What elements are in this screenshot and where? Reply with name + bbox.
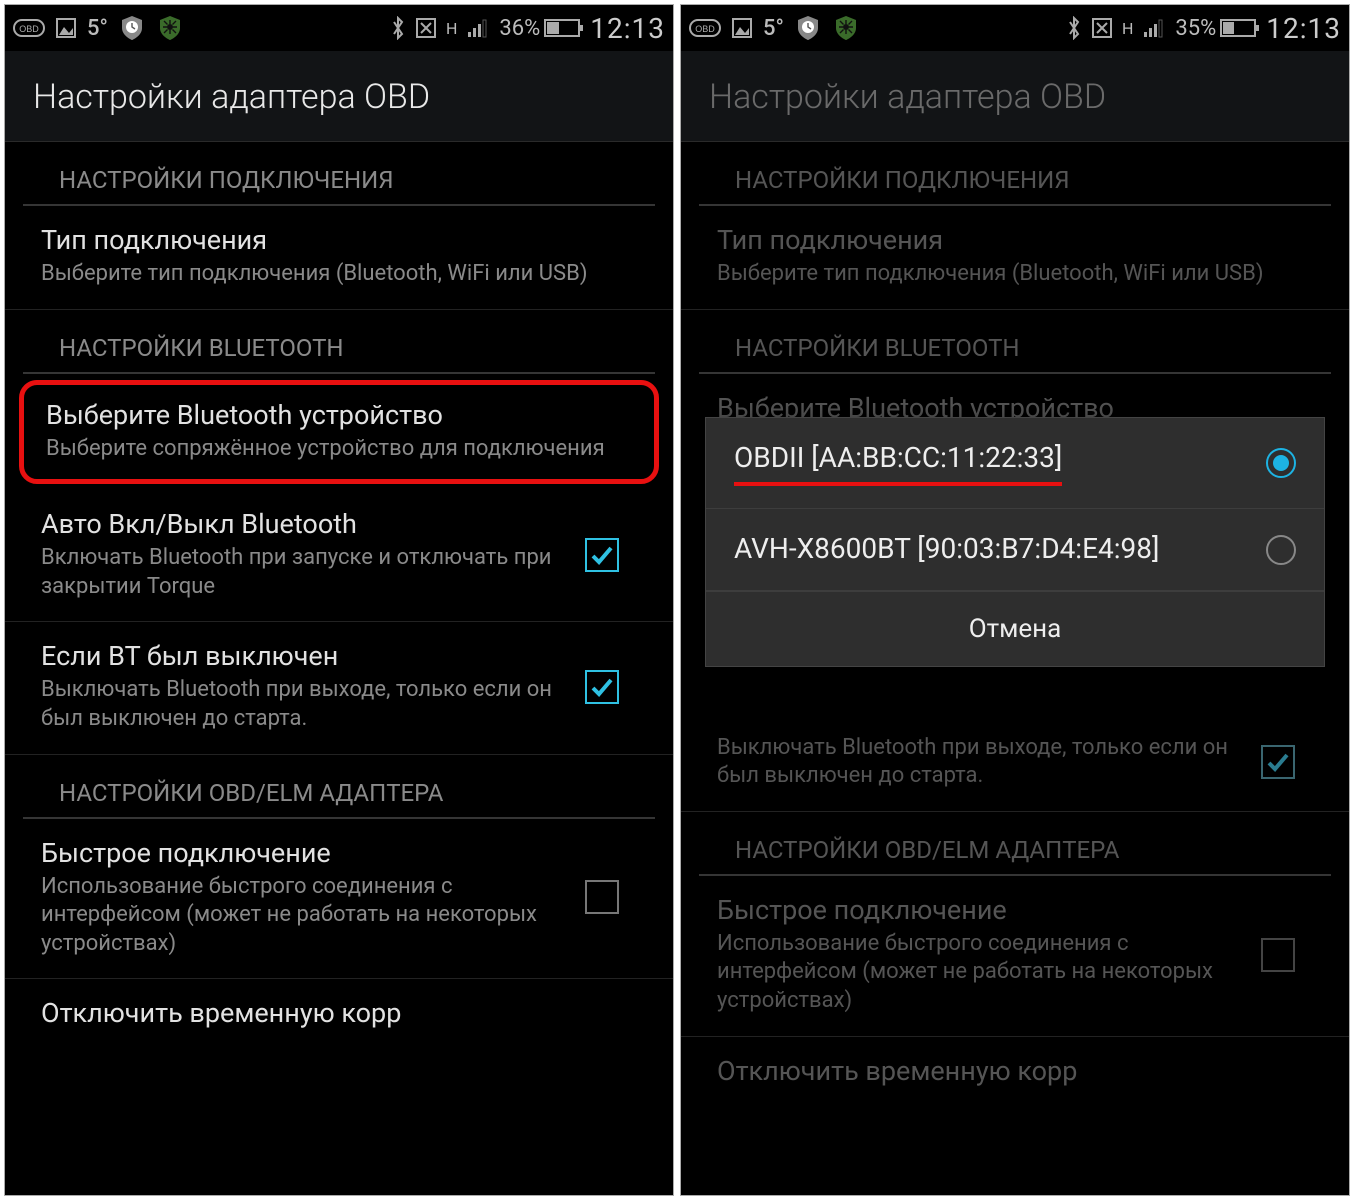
radio-avh[interactable] — [1266, 535, 1296, 565]
checkbox-fast-connect — [1261, 938, 1295, 972]
item-disable-timing: Отключить временную корр — [681, 1037, 1349, 1111]
checkbox-fast-connect[interactable] — [585, 880, 619, 914]
item-subtitle: Выберите тип подключения (Bluetooth, WiF… — [717, 260, 1313, 289]
item-disable-timing[interactable]: Отключить временную корр — [5, 979, 673, 1053]
battery-icon — [544, 19, 580, 37]
item-subtitle: Выберите тип подключения (Bluetooth, WiF… — [41, 260, 637, 289]
temperature: 5° — [87, 16, 108, 41]
item-subtitle: Выберите сопряжённое устройство для подк… — [46, 435, 632, 464]
page-title: Настройки адаптера OBD — [681, 51, 1349, 142]
section-connection: НАСТРОЙКИ ПОДКЛЮЧЕНИЯ — [23, 142, 655, 206]
close-box-icon — [1092, 18, 1112, 38]
radio-obdii[interactable] — [1266, 448, 1296, 478]
shield-clock-icon — [794, 14, 822, 42]
item-subtitle: Использование быстрого соединения с инте… — [41, 873, 567, 959]
section-obd-elm: НАСТРОЙКИ OBD/ELM АДАПТЕРА — [23, 755, 655, 819]
settings-list: НАСТРОЙКИ ПОДКЛЮЧЕНИЯ Тип подключения Вы… — [681, 142, 1349, 1195]
item-subtitle: Включать Bluetooth при запуске и отключа… — [41, 544, 567, 601]
network-h-icon: H — [1122, 19, 1133, 38]
item-connection-type: Тип подключения Выберите тип подключения… — [681, 206, 1349, 310]
battery-icon — [1220, 19, 1256, 37]
item-fast-connect: Быстрое подключение Использование быстро… — [681, 876, 1349, 1037]
bluetooth-icon — [1066, 16, 1082, 40]
obd-icon: OBD — [13, 17, 45, 39]
bluetooth-device-dialog[interactable]: OBDII [AA:BB:CC:11:22:33] AVH-X8600BT [9… — [705, 417, 1325, 667]
section-bluetooth: НАСТРОЙКИ BLUETOOTH — [23, 310, 655, 374]
checkbox-if-bt-off — [1261, 745, 1295, 779]
battery-percent: 36% — [499, 16, 540, 41]
item-subtitle: Выключать Bluetooth при выходе, только е… — [41, 676, 567, 733]
item-title: Тип подключения — [41, 224, 637, 256]
highlight-annotation: Выберите Bluetooth устройство Выберите с… — [19, 380, 659, 485]
dialog-option-label: AVH-X8600BT [90:03:B7:D4:E4:98] — [734, 531, 1266, 567]
dialog-cancel-button[interactable]: Отмена — [706, 591, 1324, 666]
picture-icon — [55, 17, 77, 39]
item-subtitle: Использование быстрого соединения с инте… — [717, 930, 1243, 1016]
item-connection-type[interactable]: Тип подключения Выберите тип подключения… — [5, 206, 673, 310]
close-box-icon — [416, 18, 436, 38]
item-title: Отключить временную корр — [717, 1055, 1313, 1087]
bluetooth-icon — [390, 16, 406, 40]
clock: 12:13 — [590, 12, 665, 45]
section-obd-elm: НАСТРОЙКИ OBD/ELM АДАПТЕРА — [699, 812, 1331, 876]
page-title: Настройки адаптера OBD — [5, 51, 673, 142]
dialog-option-avh[interactable]: AVH-X8600BT [90:03:B7:D4:E4:98] — [706, 509, 1324, 590]
item-title: Выберите Bluetooth устройство — [46, 399, 632, 431]
section-bluetooth: НАСТРОЙКИ BLUETOOTH — [699, 310, 1331, 374]
battery-percent: 35% — [1175, 16, 1216, 41]
statusbar: OBD 5° H 35% — [681, 5, 1349, 51]
clock: 12:13 — [1266, 12, 1341, 45]
item-subtitle: Выключать Bluetooth при выходе, только е… — [717, 734, 1243, 791]
item-if-bt-was-off: Выключать Bluetooth при выходе, только е… — [681, 730, 1349, 812]
shield-clock-icon — [118, 14, 146, 42]
item-title: Отключить временную корр — [41, 997, 637, 1029]
shield-spider-icon — [156, 14, 184, 42]
item-title: Быстрое подключение — [41, 837, 567, 869]
signal-icon — [1143, 18, 1165, 38]
checkbox-if-bt-off[interactable] — [585, 670, 619, 704]
checkbox-auto-bt[interactable] — [585, 538, 619, 572]
item-title: Авто Вкл/Выкл Bluetooth — [41, 508, 567, 540]
settings-list[interactable]: НАСТРОЙКИ ПОДКЛЮЧЕНИЯ Тип подключения Вы… — [5, 142, 673, 1195]
shield-spider-icon — [832, 14, 860, 42]
item-title: Тип подключения — [717, 224, 1313, 256]
item-select-bt-device[interactable]: Выберите Bluetooth устройство Выберите с… — [24, 385, 654, 480]
item-auto-bt[interactable]: Авто Вкл/Выкл Bluetooth Включать Bluetoo… — [5, 490, 673, 622]
svg-text:OBD: OBD — [19, 24, 39, 34]
temperature: 5° — [763, 16, 784, 41]
statusbar: OBD 5° H 36% — [5, 5, 673, 51]
network-h-icon: H — [446, 19, 457, 38]
picture-icon — [731, 17, 753, 39]
svg-text:OBD: OBD — [695, 24, 715, 34]
signal-icon — [467, 18, 489, 38]
item-title: Если BT был выключен — [41, 640, 567, 672]
obd-icon: OBD — [689, 17, 721, 39]
screen-right: OBD 5° H 35% — [680, 4, 1350, 1196]
section-connection: НАСТРОЙКИ ПОДКЛЮЧЕНИЯ — [699, 142, 1331, 206]
dialog-option-obdii[interactable]: OBDII [AA:BB:CC:11:22:33] — [706, 418, 1324, 509]
item-if-bt-was-off[interactable]: Если BT был выключен Выключать Bluetooth… — [5, 622, 673, 754]
dialog-option-label: OBDII [AA:BB:CC:11:22:33] — [734, 440, 1062, 486]
item-fast-connect[interactable]: Быстрое подключение Использование быстро… — [5, 819, 673, 980]
screen-left: OBD 5° H 36% — [4, 4, 674, 1196]
item-title: Быстрое подключение — [717, 894, 1243, 926]
